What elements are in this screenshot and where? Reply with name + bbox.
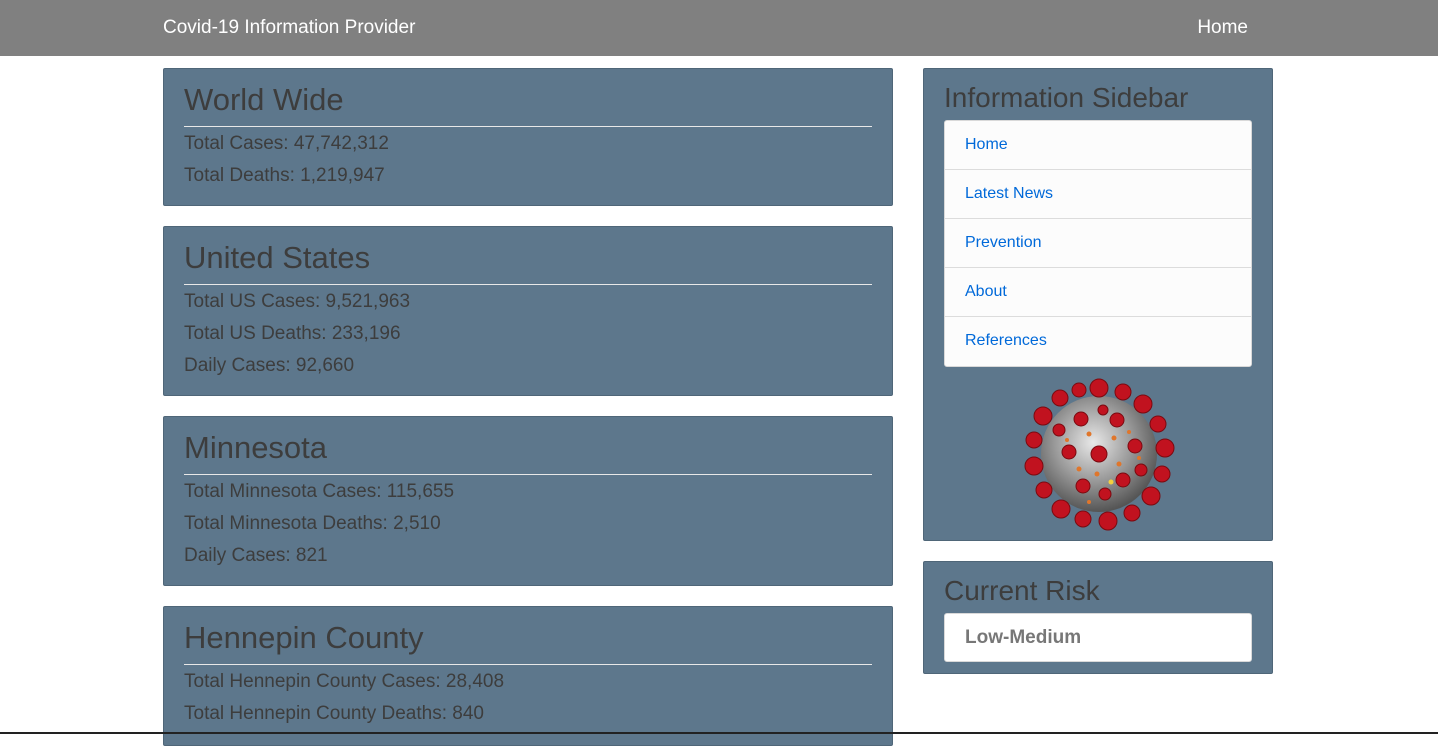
- total-hennepin-deaths: Total Hennepin County Deaths: 840: [184, 703, 484, 724]
- sidebar-link[interactable]: Home: [965, 136, 1008, 153]
- divider: [184, 126, 872, 127]
- sidebar-nav-list: Home Latest News Prevention About Refere…: [944, 120, 1252, 367]
- sidebar-item-prevention[interactable]: Prevention: [945, 219, 1251, 268]
- daily-cases: Daily Cases: 821: [184, 545, 328, 566]
- total-us-cases: Total US Cases: 9,521,963: [184, 291, 411, 312]
- information-sidebar: Information Sidebar Home Latest News Pre…: [923, 68, 1273, 541]
- divider: [184, 474, 872, 475]
- card-title: United States: [184, 240, 371, 275]
- sidebar-link[interactable]: Prevention: [965, 234, 1042, 251]
- divider: [184, 664, 872, 665]
- total-deaths: Total Deaths: 1,219,947: [184, 165, 385, 186]
- coronavirus-virion-icon: [1024, 378, 1175, 531]
- sidebar-item-latest-news[interactable]: Latest News: [945, 170, 1251, 219]
- sidebar-title: Information Sidebar: [944, 82, 1189, 113]
- risk-level: Low-Medium: [944, 613, 1252, 662]
- world-wide-card: World Wide Total Cases: 47,742,312 Total…: [163, 68, 893, 206]
- daily-cases: Daily Cases: 92,660: [184, 355, 355, 376]
- sidebar-item-references[interactable]: References: [945, 317, 1251, 366]
- total-us-deaths: Total US Deaths: 233,196: [184, 323, 401, 344]
- sidebar-item-home[interactable]: Home: [945, 121, 1251, 170]
- current-risk-card: Current Risk Low-Medium: [923, 561, 1273, 674]
- united-states-card: United States Total US Cases: 9,521,963 …: [163, 226, 893, 396]
- sidebar-item-about[interactable]: About: [945, 268, 1251, 317]
- sidebar-link[interactable]: Latest News: [965, 185, 1053, 202]
- total-minnesota-cases: Total Minnesota Cases: 115,655: [184, 481, 455, 502]
- brand-link[interactable]: Covid-19 Information Provider: [163, 17, 415, 39]
- total-cases: Total Cases: 47,742,312: [184, 133, 389, 154]
- card-title: World Wide: [184, 82, 344, 117]
- divider: [184, 284, 872, 285]
- total-hennepin-cases: Total Hennepin County Cases: 28,408: [184, 671, 505, 692]
- sidebar-link[interactable]: About: [965, 283, 1007, 300]
- risk-title: Current Risk: [944, 575, 1100, 606]
- minnesota-card: Minnesota Total Minnesota Cases: 115,655…: [163, 416, 893, 586]
- nav-home-link[interactable]: Home: [1197, 17, 1248, 39]
- card-title: Minnesota: [184, 430, 328, 465]
- total-minnesota-deaths: Total Minnesota Deaths: 2,510: [184, 513, 441, 534]
- sidebar-link[interactable]: References: [965, 332, 1047, 349]
- card-title: Hennepin County: [184, 620, 424, 655]
- top-navbar: Covid-19 Information Provider Home: [0, 0, 1438, 56]
- hennepin-county-card: Hennepin County Total Hennepin County Ca…: [163, 606, 893, 746]
